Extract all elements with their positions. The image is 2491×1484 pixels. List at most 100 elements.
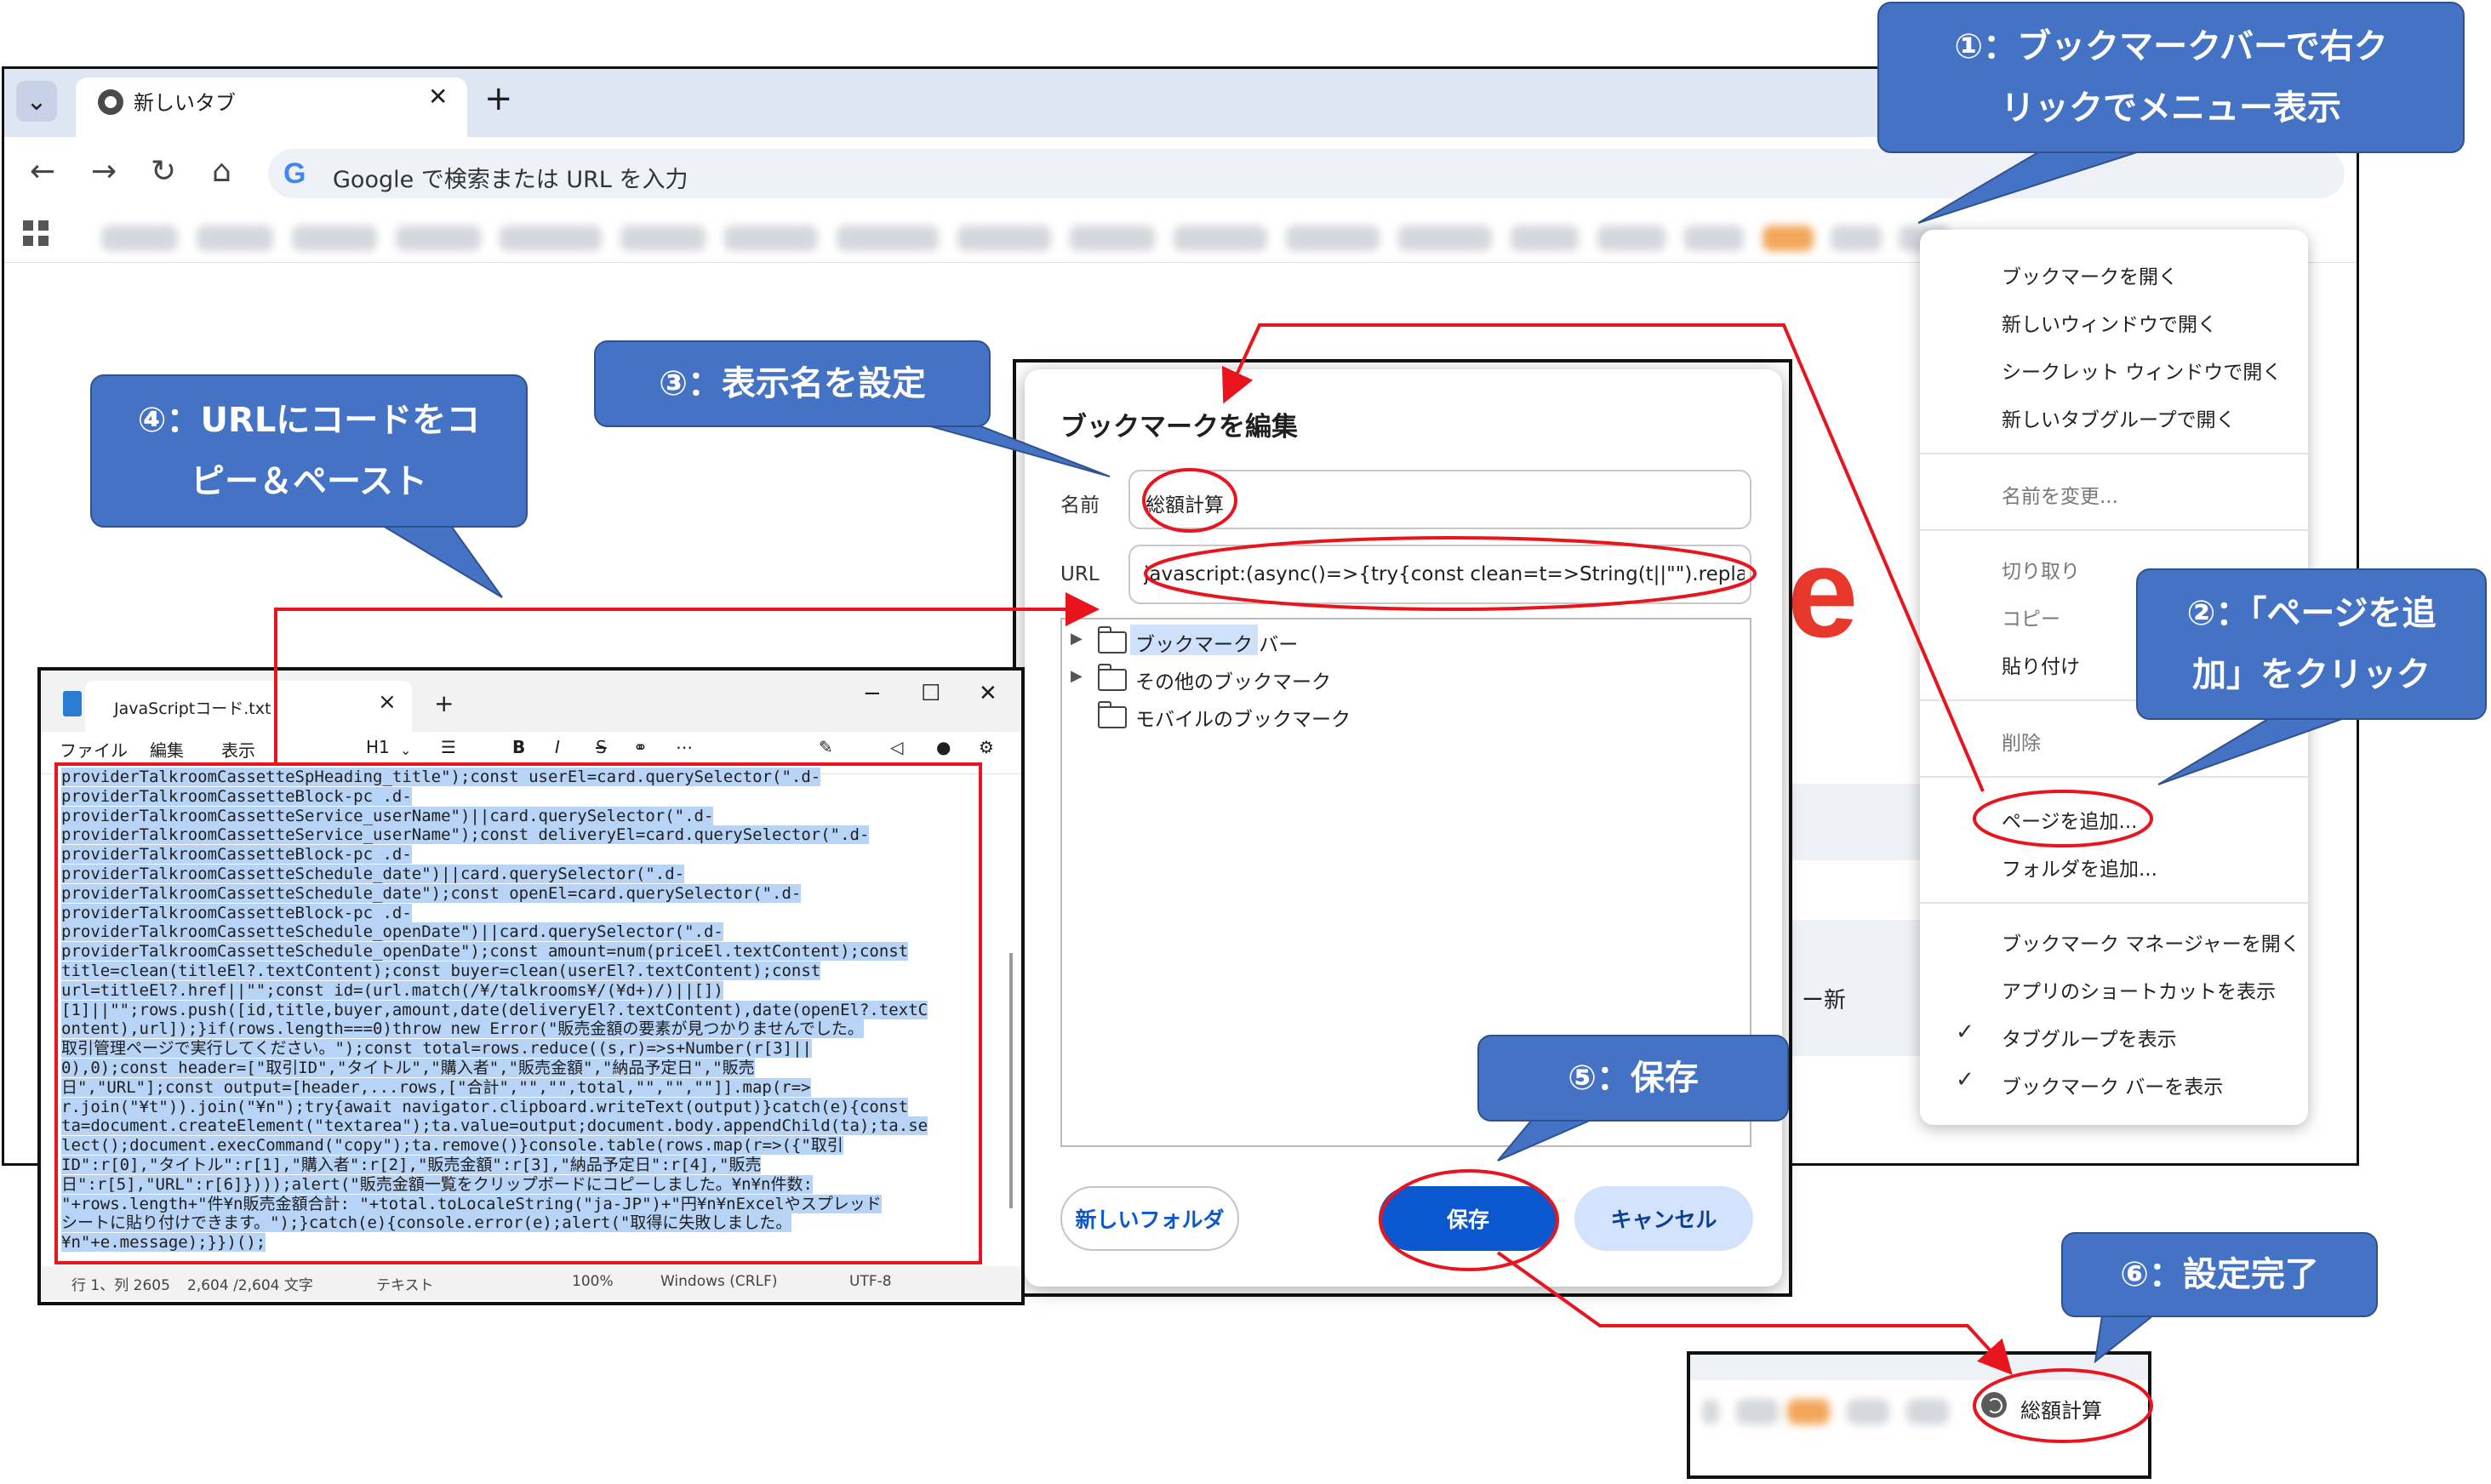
bookmark-item[interactable] xyxy=(837,225,939,251)
bookmark-item[interactable] xyxy=(1736,1399,1779,1424)
code-line-text: providerTalkroomCassetteBlock-pc .d- xyxy=(61,786,412,806)
code-line-text: providerTalkroomCassetteBlock-pc .d- xyxy=(61,903,412,922)
folder-other-bookmarks[interactable]: その他のブックマーク xyxy=(1135,665,1331,694)
menu-item-open-incognito[interactable]: シークレット ウィンドウで開く xyxy=(2002,356,2282,385)
folder-mobile-bookmarks[interactable]: モバイルのブックマーク xyxy=(1135,703,1351,732)
forward-arrow-icon[interactable]: → xyxy=(91,154,117,189)
bookmark-item[interactable] xyxy=(1763,225,1814,251)
bookmark-item[interactable] xyxy=(1597,225,1665,251)
folder-icon xyxy=(1098,626,1127,654)
callout-line: 加」をクリック xyxy=(2192,655,2431,694)
code-line-text: シートに貼り付けできます。");}catch(e){console.error(… xyxy=(61,1213,792,1233)
callout-step-1: ①：ブックマークバーで右ク リックでメニュー表示 xyxy=(1877,2,2465,153)
code-line-text: url=titleEl?.href||"";const id=(url.matc… xyxy=(61,980,723,1000)
bookmark-item[interactable] xyxy=(1787,1399,1830,1424)
menu-item-bookmark-manager[interactable]: ブックマーク マネージャーを開く xyxy=(2002,928,2300,956)
gear-icon[interactable]: ⚙ xyxy=(979,737,994,757)
code-line: lect();document.execCommand("copy");ta.r… xyxy=(61,1136,992,1156)
shortcut-tile[interactable] xyxy=(1791,784,1936,860)
menu-item-delete[interactable]: 削除 xyxy=(2002,727,2041,756)
folder-bookmark-bar[interactable]: ブックマーク バー xyxy=(1135,628,1298,657)
menu-item-show-tab-groups[interactable]: タブグループを表示 xyxy=(2002,1023,2177,1052)
more-icon[interactable]: ⋯ xyxy=(676,737,693,757)
menu-item-open-new-window[interactable]: 新しいウィンドウで開く xyxy=(2002,308,2217,337)
bookmark-item[interactable] xyxy=(292,225,377,251)
chevron-down-icon[interactable]: ⌄ xyxy=(400,742,411,758)
expand-arrow-icon[interactable]: ▶ xyxy=(1071,667,1083,685)
code-line: providerTalkroomCassetteBlock-pc .d- xyxy=(61,786,992,807)
new-tab-button[interactable]: + xyxy=(484,79,513,118)
menu-item-add-folder[interactable]: フォルダを追加... xyxy=(2002,853,2157,882)
code-line-text: title=clean(titleEl?.textContent);const … xyxy=(61,961,821,980)
bold-button[interactable]: B xyxy=(512,737,525,757)
close-window-icon[interactable]: ✕ xyxy=(979,681,997,706)
chevron-down-icon[interactable]: ⌄ xyxy=(16,81,57,122)
expand-arrow-icon[interactable]: ▶ xyxy=(1071,630,1083,648)
name-field-value: 総額計算 xyxy=(1146,494,1224,517)
bookmark-item[interactable] xyxy=(1174,225,1267,251)
bookmark-item[interactable] xyxy=(1831,225,1882,251)
new-tab-button[interactable]: + xyxy=(434,689,454,717)
bookmark-item[interactable] xyxy=(1070,225,1155,251)
close-icon[interactable]: ✕ xyxy=(428,83,448,111)
notepad-text-area[interactable]: providerTalkroomCassetteSpHeading_title"… xyxy=(61,768,992,1266)
bookmark-item[interactable] xyxy=(1684,225,1744,251)
bookmark-item[interactable] xyxy=(500,225,602,251)
bookmark-item[interactable] xyxy=(396,225,481,251)
code-line-text: providerTalkroomCassetteBlock-pc .d- xyxy=(61,845,412,865)
menu-item-open-bookmark[interactable]: ブックマークを開く xyxy=(2002,260,2178,289)
tab-title: 新しいタブ xyxy=(134,91,236,115)
close-icon[interactable]: × xyxy=(378,689,397,715)
home-icon[interactable]: ⌂ xyxy=(212,154,231,189)
bookmark-item[interactable] xyxy=(1511,225,1579,251)
menu-edit[interactable]: 編集 xyxy=(150,737,184,762)
bookmark-item[interactable] xyxy=(197,225,273,251)
code-line: url=titleEl?.href||"";const id=(url.matc… xyxy=(61,980,992,1001)
code-line-text: providerTalkroomCassetteService_userName… xyxy=(61,806,714,825)
new-bookmark-label[interactable]: 総額計算 xyxy=(2020,1394,2102,1424)
menu-item-rename[interactable]: 名前を変更... xyxy=(2002,480,2118,509)
maximize-icon[interactable]: ☐ xyxy=(921,681,940,706)
code-line: 0),0);const header=["取引ID","タイトル","購入者",… xyxy=(61,1058,992,1078)
code-line: 日","URL"];const output=[header,...rows,[… xyxy=(61,1077,992,1098)
menu-item-show-app-shortcuts[interactable]: アプリのショートカットを表示 xyxy=(2002,975,2276,1004)
code-line-text: providerTalkroomCassetteSchedule_openDat… xyxy=(61,922,723,942)
code-line-text: lect();document.execCommand("copy");ta.r… xyxy=(61,1136,843,1156)
menu-item-show-bookmark-bar[interactable]: ブックマーク バーを表示 xyxy=(2002,1070,2223,1099)
save-button[interactable]: 保存 xyxy=(1379,1186,1557,1251)
code-line: ID":r[0],"タイトル":r[1],"購入者":r[2],"販売金額":r… xyxy=(61,1155,992,1175)
menu-item-copy[interactable]: コピー xyxy=(2002,602,2060,631)
strikethrough-button[interactable]: S xyxy=(596,737,607,757)
italic-button[interactable]: I xyxy=(555,737,560,757)
bookmark-item[interactable] xyxy=(957,225,1051,251)
menu-item-cut[interactable]: 切り取り xyxy=(2002,555,2080,584)
bookmark-item[interactable] xyxy=(724,225,818,251)
copilot-icon[interactable]: ✎ xyxy=(819,737,833,757)
menu-file[interactable]: ファイル xyxy=(60,737,128,762)
bookmark-item[interactable] xyxy=(1398,225,1492,251)
menu-separator xyxy=(1920,902,2308,904)
minimize-icon[interactable]: − xyxy=(863,681,882,706)
new-folder-button[interactable]: 新しいフォルダ xyxy=(1060,1186,1239,1251)
bookmark-item[interactable] xyxy=(101,225,178,251)
bookmark-item[interactable] xyxy=(1847,1399,1889,1424)
apps-grid-icon[interactable] xyxy=(23,220,49,246)
menu-view[interactable]: 表示 xyxy=(221,737,255,762)
cancel-button[interactable]: キャンセル xyxy=(1574,1186,1753,1251)
bookmark-item[interactable] xyxy=(1286,225,1380,251)
google-icon: G xyxy=(283,157,306,190)
bookmark-item[interactable] xyxy=(1702,1399,1719,1424)
reload-icon[interactable]: ↻ xyxy=(151,154,176,189)
back-arrow-icon[interactable]: ← xyxy=(30,154,55,189)
bookmark-item[interactable] xyxy=(1906,1399,1949,1424)
menu-item-add-page[interactable]: ページを追加... xyxy=(2002,805,2137,834)
heading-select[interactable]: H1 xyxy=(366,737,390,757)
list-icon[interactable]: ☰ xyxy=(441,737,456,757)
link-icon[interactable]: ⚭ xyxy=(633,737,648,757)
menu-item-paste[interactable]: 貼り付け xyxy=(2002,650,2080,679)
scrollbar[interactable] xyxy=(1009,953,1013,1208)
profile-icon[interactable]: ● xyxy=(936,737,951,757)
menu-item-open-tab-group[interactable]: 新しいタブグループで開く xyxy=(2002,403,2236,432)
megaphone-icon[interactable]: ◁ xyxy=(890,737,903,757)
bookmark-item[interactable] xyxy=(620,225,706,251)
